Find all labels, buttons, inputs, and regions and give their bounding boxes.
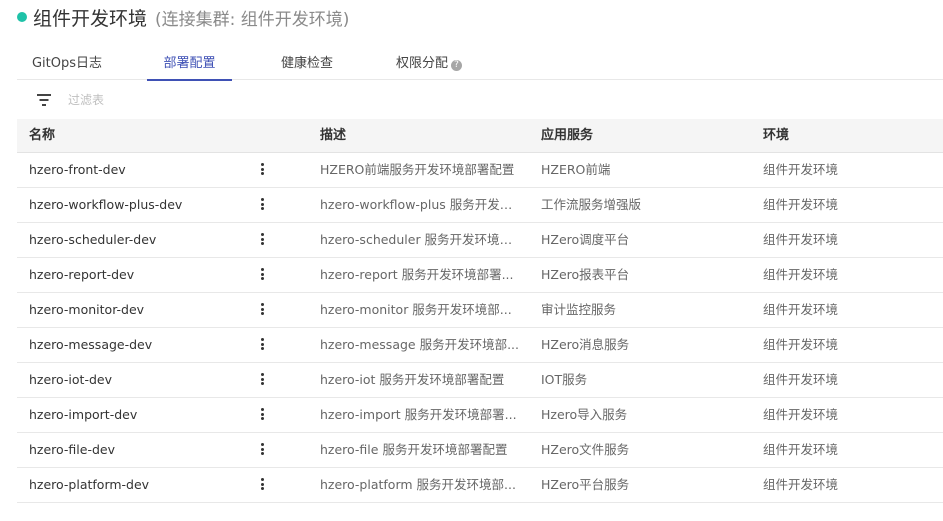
row-name[interactable]: hzero-message-dev	[29, 328, 249, 362]
row-name[interactable]: hzero-report-dev	[29, 258, 249, 292]
row-name[interactable]: hzero-workflow-plus-dev	[29, 188, 249, 222]
table-row[interactable]: hzero-front-dev HZERO前端服务开发环境部署配置 HZERO前端 组…	[17, 153, 943, 188]
tab-health-check[interactable]: 健康检查	[267, 50, 347, 80]
row-name[interactable]: hzero-front-dev	[29, 153, 249, 187]
table-row[interactable]: hzero-report-dev hzero-report 服务开发环境部署...…	[17, 258, 943, 293]
more-actions-icon[interactable]	[257, 303, 267, 317]
row-app-service: Hzero导入服务	[541, 407, 628, 422]
row-app-service: IOT服务	[541, 372, 588, 387]
row-environment: 组件开发环境	[763, 232, 839, 247]
page-title: 组件开发环境	[33, 7, 148, 30]
page-header: 组件开发环境 (连接集群: 组件开发环境)	[17, 5, 350, 30]
more-actions-icon[interactable]	[257, 198, 267, 212]
more-actions-icon[interactable]	[257, 408, 267, 422]
tab-label: GitOps日志	[31, 56, 103, 71]
column-header-environment: 环境	[763, 128, 790, 143]
filter-icon[interactable]	[36, 94, 52, 106]
row-description: hzero-report 服务开发环境部署...	[320, 267, 514, 282]
row-app-service: HZERO前端	[541, 162, 611, 177]
tab-permission[interactable]: 权限分配?	[389, 50, 469, 80]
row-name[interactable]: hzero-platform-dev	[29, 468, 249, 502]
row-description: hzero-scheduler 服务开发环境部...	[320, 232, 520, 247]
filter-bar	[36, 90, 268, 110]
more-actions-icon[interactable]	[257, 268, 267, 282]
more-actions-icon[interactable]	[257, 233, 267, 247]
table-body: hzero-front-dev HZERO前端服务开发环境部署配置 HZERO前端组…	[17, 153, 943, 503]
row-app-service: HZero调度平台	[541, 232, 630, 247]
row-environment: 组件开发环境	[763, 337, 839, 352]
row-environment: 组件开发环境	[763, 407, 839, 422]
row-name[interactable]: hzero-scheduler-dev	[29, 223, 249, 257]
row-app-service: 工作流服务增强版	[541, 197, 642, 212]
status-dot-icon	[17, 12, 27, 22]
more-actions-icon[interactable]	[257, 478, 267, 492]
tab-gitops-log[interactable]: GitOps日志	[17, 50, 117, 80]
row-name[interactable]: hzero-monitor-dev	[29, 293, 249, 327]
row-app-service: HZero消息服务	[541, 337, 630, 352]
row-description: hzero-message 服务开发环境部...	[320, 337, 519, 352]
table-row[interactable]: hzero-scheduler-dev hzero-scheduler 服务开发环…	[17, 223, 943, 258]
tab-bar: GitOps日志 部署配置 健康检查 权限分配?	[17, 50, 943, 81]
table-row[interactable]: hzero-iot-dev hzero-iot 服务开发环境部署配置 IOT服务 组件…	[17, 363, 943, 398]
tab-label: 健康检查	[280, 56, 333, 71]
row-environment: 组件开发环境	[763, 162, 839, 177]
row-app-service: 审计监控服务	[541, 302, 617, 317]
row-environment: 组件开发环境	[763, 267, 839, 282]
tab-deployment-config[interactable]: 部署配置	[147, 50, 232, 81]
table-row[interactable]: hzero-message-dev hzero-message 服务开发环境部..…	[17, 328, 943, 363]
table-row[interactable]: hzero-import-dev hzero-import 服务开发环境部署...…	[17, 398, 943, 433]
more-actions-icon[interactable]	[257, 443, 267, 457]
row-name[interactable]: hzero-file-dev	[29, 433, 249, 467]
column-header-app-service: 应用服务	[541, 128, 594, 143]
filter-input[interactable]	[68, 93, 268, 107]
row-environment: 组件开发环境	[763, 442, 839, 457]
row-environment: 组件开发环境	[763, 372, 839, 387]
row-app-service: HZero报表平台	[541, 267, 630, 282]
tab-label: 权限分配	[395, 56, 448, 71]
row-description: hzero-platform 服务开发环境部...	[320, 477, 516, 492]
row-name[interactable]: hzero-iot-dev	[29, 363, 249, 397]
table-row[interactable]: hzero-monitor-dev hzero-monitor 服务开发环境部..…	[17, 293, 943, 328]
row-environment: 组件开发环境	[763, 477, 839, 492]
row-description: hzero-monitor 服务开发环境部...	[320, 302, 512, 317]
row-description: hzero-iot 服务开发环境部署配置	[320, 372, 505, 387]
question-circle-icon[interactable]: ?	[451, 60, 462, 71]
row-name[interactable]: hzero-import-dev	[29, 398, 249, 432]
row-description: hzero-file 服务开发环境部署配置	[320, 442, 508, 457]
column-header-description: 描述	[320, 128, 347, 143]
row-app-service: HZero文件服务	[541, 442, 630, 457]
cluster-note: (连接集群: 组件开发环境)	[155, 9, 350, 30]
row-description: hzero-workflow-plus 服务开发环...	[320, 197, 520, 212]
table-header: 名称 描述 应用服务 环境	[17, 119, 943, 153]
table-row[interactable]: hzero-platform-dev hzero-platform 服务开发环境部…	[17, 468, 943, 503]
row-description: HZERO前端服务开发环境部署配置	[320, 162, 515, 177]
column-header-name: 名称	[29, 128, 56, 143]
row-environment: 组件开发环境	[763, 302, 839, 317]
deployment-table: 名称 描述 应用服务 环境 hzero-front-dev HZERO前端服务开发…	[17, 119, 943, 503]
table-row[interactable]: hzero-file-dev hzero-file 服务开发环境部署配置 HZero…	[17, 433, 943, 468]
more-actions-icon[interactable]	[257, 338, 267, 352]
row-description: hzero-import 服务开发环境部署...	[320, 407, 517, 422]
more-actions-icon[interactable]	[257, 373, 267, 387]
table-row[interactable]: hzero-workflow-plus-dev hzero-workflow-pl…	[17, 188, 943, 223]
more-actions-icon[interactable]	[257, 163, 267, 177]
tab-label: 部署配置	[163, 56, 216, 71]
row-app-service: HZero平台服务	[541, 477, 630, 492]
row-environment: 组件开发环境	[763, 197, 839, 212]
